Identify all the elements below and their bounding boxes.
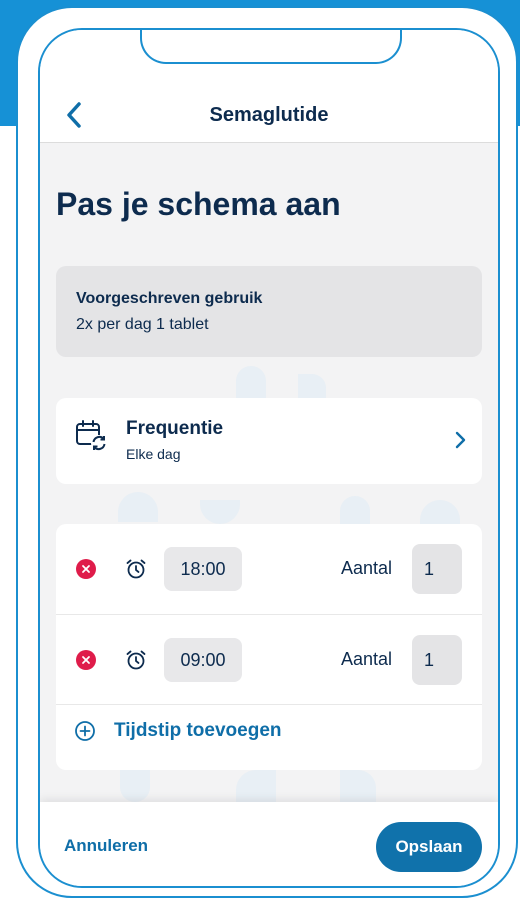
prescription-label: Voorgeschreven gebruik — [76, 290, 263, 307]
alarm-clock-icon — [126, 559, 146, 579]
amount-label: Aantal — [340, 558, 392, 578]
background-decoration — [118, 492, 158, 522]
times-card: 18:00 Aantal 1 09:00 Aantal 1 Tijdstip t… — [56, 524, 482, 770]
calendar-repeat-icon — [76, 420, 107, 451]
plus-circle-icon — [75, 721, 95, 741]
remove-time-button[interactable] — [76, 559, 96, 579]
time-row: 09:00 Aantal 1 — [56, 614, 482, 705]
time-value[interactable]: 18:00 — [164, 547, 242, 591]
save-button[interactable]: Opslaan — [376, 822, 482, 872]
frequency-row[interactable]: Frequentie Elke dag — [56, 398, 482, 484]
prescription-card: Voorgeschreven gebruik 2x per dag 1 tabl… — [56, 266, 482, 357]
chevron-right-icon — [455, 431, 466, 449]
phone-screen: Semaglutide Pas je schema aan Voorgeschr… — [38, 28, 500, 888]
frequency-label: Frequentie — [126, 418, 224, 439]
cancel-button[interactable]: Annuleren — [64, 836, 148, 856]
alarm-clock-icon — [126, 650, 146, 670]
time-value[interactable]: 09:00 — [164, 638, 242, 682]
add-time-label: Tijdstip toevoegen — [114, 720, 282, 741]
background-decoration — [420, 500, 460, 524]
close-icon — [82, 565, 90, 573]
page-title: Pas je schema aan — [56, 186, 341, 222]
background-decoration — [200, 500, 240, 524]
phone-notch — [140, 30, 402, 64]
remove-time-button[interactable] — [76, 650, 96, 670]
background-decoration — [340, 770, 376, 802]
add-time-button[interactable]: Tijdstip toevoegen — [74, 720, 282, 742]
time-row: 18:00 Aantal 1 — [56, 524, 482, 615]
footer-bar: Annuleren Opslaan — [40, 802, 498, 886]
amount-input[interactable]: 1 — [412, 635, 462, 685]
background-decoration — [340, 496, 370, 524]
amount-label: Aantal — [340, 649, 392, 669]
amount-input[interactable]: 1 — [412, 544, 462, 594]
background-decoration — [120, 770, 150, 802]
background-decoration — [236, 770, 276, 802]
frequency-value: Elke dag — [126, 446, 181, 462]
header-title: Semaglutide — [209, 104, 329, 126]
prescription-value: 2x per dag 1 tablet — [76, 316, 209, 333]
close-icon — [82, 656, 90, 664]
